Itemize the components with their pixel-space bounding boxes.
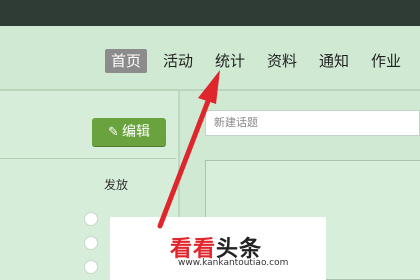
red-arrow-annotation (157, 70, 220, 229)
arrow-head (198, 70, 220, 104)
arrow-shaft (157, 93, 213, 229)
